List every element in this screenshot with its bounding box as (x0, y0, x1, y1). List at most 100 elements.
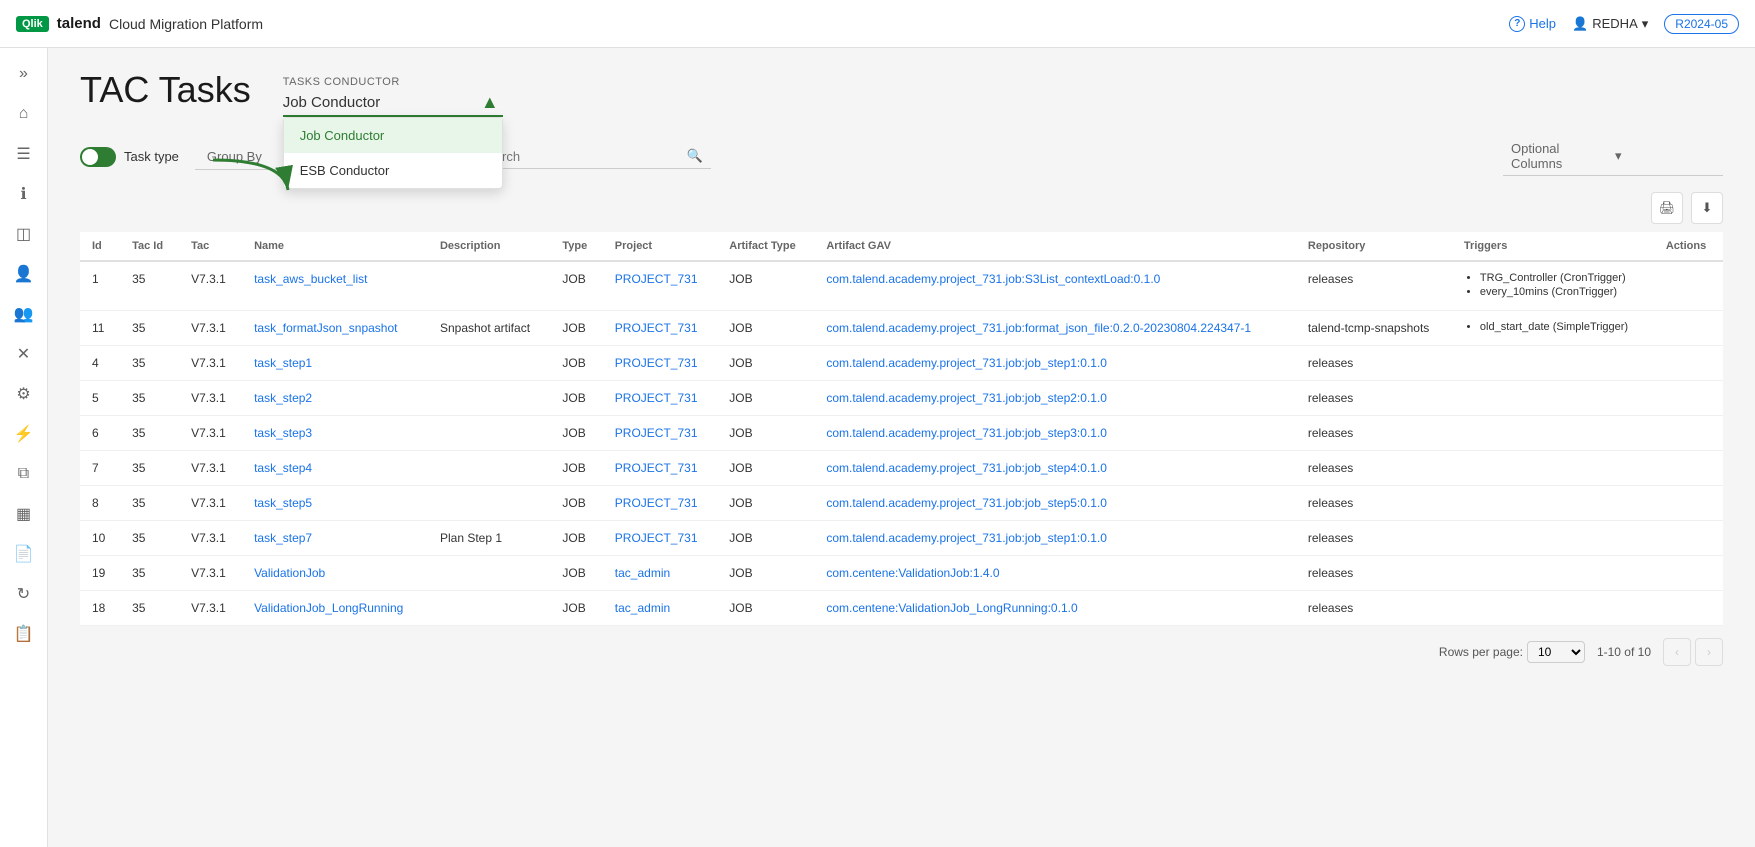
artifact-gav-link[interactable]: com.talend.academy.project_731.job:job_s… (826, 461, 1107, 475)
user-button[interactable]: 👤 REDHA ▾ (1572, 16, 1648, 32)
cell-repository: releases (1296, 521, 1452, 556)
project-link[interactable]: PROJECT_731 (615, 531, 698, 545)
conductor-section: Tasks Conductor Job Conductor ▲ Job Cond… (283, 76, 503, 117)
cell-tac: V7.3.1 (179, 416, 242, 451)
sidebar-bolt-icon[interactable]: ⚡ (6, 416, 42, 452)
cell-name[interactable]: task_step1 (242, 346, 428, 381)
version-badge[interactable]: R2024-05 (1664, 14, 1739, 34)
artifact-gav-link[interactable]: com.talend.academy.project_731.job:job_s… (826, 426, 1107, 440)
table-row: 1 35 V7.3.1 task_aws_bucket_list JOB PRO… (80, 261, 1723, 311)
cell-id: 7 (80, 451, 120, 486)
chevron-down-icon: ▾ (1642, 16, 1649, 32)
artifact-gav-link[interactable]: com.talend.academy.project_731.job:job_s… (826, 356, 1107, 370)
cell-triggers (1452, 416, 1654, 451)
cell-name[interactable]: task_step2 (242, 381, 428, 416)
task-name-link[interactable]: task_aws_bucket_list (254, 272, 367, 286)
artifact-gav-link[interactable]: com.talend.academy.project_731.job:job_s… (826, 531, 1107, 545)
project-link[interactable]: PROJECT_731 (615, 321, 698, 335)
cell-name[interactable]: task_step7 (242, 521, 428, 556)
cell-repository: releases (1296, 346, 1452, 381)
col-header-description: Description (428, 232, 550, 261)
cell-actions (1654, 311, 1723, 346)
task-name-link[interactable]: task_formatJson_snpashot (254, 321, 397, 335)
artifact-gav-link[interactable]: com.talend.academy.project_731.job:forma… (826, 321, 1251, 335)
table-row: 10 35 V7.3.1 task_step7 Plan Step 1 JOB … (80, 521, 1723, 556)
task-name-link[interactable]: task_step1 (254, 356, 312, 370)
project-link[interactable]: PROJECT_731 (615, 461, 698, 475)
rows-per-page-select[interactable]: 10 5 25 50 (1527, 641, 1585, 663)
col-header-actions: Actions (1654, 232, 1723, 261)
conductor-option-job[interactable]: Job Conductor (284, 118, 502, 153)
sidebar-monitor-icon[interactable]: ◫ (6, 216, 42, 252)
sidebar-clipboard-icon[interactable]: 📋 (6, 616, 42, 652)
user-label: REDHA (1592, 16, 1638, 31)
next-page-button[interactable]: › (1695, 638, 1723, 666)
project-link[interactable]: tac_admin (615, 566, 670, 580)
cell-type: JOB (550, 311, 602, 346)
cell-repository: releases (1296, 381, 1452, 416)
task-name-link[interactable]: task_step5 (254, 496, 312, 510)
cell-tac-id: 35 (120, 556, 179, 591)
sidebar-user-icon[interactable]: 👤 (6, 256, 42, 292)
help-button[interactable]: ? Help (1509, 16, 1556, 32)
sidebar-settings-icon[interactable]: ⚙ (6, 376, 42, 412)
task-name-link[interactable]: task_step3 (254, 426, 312, 440)
sidebar-home-icon[interactable]: ⌂ (6, 96, 42, 132)
cell-name[interactable]: task_step3 (242, 416, 428, 451)
cell-type: JOB (550, 556, 602, 591)
search-input[interactable] (479, 149, 683, 164)
cell-name[interactable]: ValidationJob_LongRunning (242, 591, 428, 626)
artifact-gav-link[interactable]: com.centene:ValidationJob:1.4.0 (826, 566, 999, 580)
sidebar-group-icon[interactable]: 👥 (6, 296, 42, 332)
conductor-option-esb[interactable]: ESB Conductor (284, 153, 502, 188)
cell-artifact-type: JOB (717, 261, 814, 311)
sidebar-refresh-icon[interactable]: ↻ (6, 576, 42, 612)
artifact-gav-link[interactable]: com.talend.academy.project_731.job:job_s… (826, 391, 1107, 405)
artifact-gav-link[interactable]: com.talend.academy.project_731.job:job_s… (826, 496, 1107, 510)
cell-name[interactable]: task_step5 (242, 486, 428, 521)
task-name-link[interactable]: task_step4 (254, 461, 312, 475)
cell-repository: releases (1296, 556, 1452, 591)
sidebar-info-icon[interactable]: ℹ (6, 176, 42, 212)
print-button[interactable]: 🖨 (1651, 192, 1683, 224)
task-name-link[interactable]: task_step7 (254, 531, 312, 545)
cell-triggers (1452, 521, 1654, 556)
cell-name[interactable]: task_step4 (242, 451, 428, 486)
cell-name[interactable]: ValidationJob (242, 556, 428, 591)
cell-artifact-type: JOB (717, 486, 814, 521)
sidebar-file-icon[interactable]: 📄 (6, 536, 42, 572)
cell-name[interactable]: task_aws_bucket_list (242, 261, 428, 311)
cell-id: 11 (80, 311, 120, 346)
project-link[interactable]: PROJECT_731 (615, 426, 698, 440)
project-link[interactable]: PROJECT_731 (615, 391, 698, 405)
conductor-dropdown-trigger[interactable]: Job Conductor ▲ (283, 90, 503, 117)
cell-triggers (1452, 346, 1654, 381)
task-type-switch[interactable] (80, 147, 116, 167)
project-link[interactable]: tac_admin (615, 601, 670, 615)
task-name-link[interactable]: ValidationJob (254, 566, 325, 580)
task-name-link[interactable]: ValidationJob_LongRunning (254, 601, 403, 615)
cell-artifact-gav: com.talend.academy.project_731.job:job_s… (814, 486, 1296, 521)
optional-columns-arrow-icon: ▾ (1615, 148, 1715, 164)
prev-page-button[interactable]: ‹ (1663, 638, 1691, 666)
cell-artifact-gav: com.talend.academy.project_731.job:job_s… (814, 521, 1296, 556)
table-row: 4 35 V7.3.1 task_step1 JOB PROJECT_731 J… (80, 346, 1723, 381)
cell-name[interactable]: task_formatJson_snpashot (242, 311, 428, 346)
sidebar-expand-icon[interactable]: » (6, 56, 42, 92)
table-row: 11 35 V7.3.1 task_formatJson_snpashot Sn… (80, 311, 1723, 346)
sidebar-tools-icon[interactable]: ✕ (6, 336, 42, 372)
artifact-gav-link[interactable]: com.talend.academy.project_731.job:S3Lis… (826, 272, 1160, 286)
cell-artifact-gav: com.centene:ValidationJob_LongRunning:0.… (814, 591, 1296, 626)
project-link[interactable]: PROJECT_731 (615, 496, 698, 510)
cell-project: PROJECT_731 (603, 261, 718, 311)
sidebar-layers-icon[interactable]: ⧉ (6, 456, 42, 492)
download-button[interactable]: ⬇ (1691, 192, 1723, 224)
page-header: TAC Tasks Tasks Conductor Job Conductor … (80, 72, 1723, 117)
task-name-link[interactable]: task_step2 (254, 391, 312, 405)
table-row: 7 35 V7.3.1 task_step4 JOB PROJECT_731 J… (80, 451, 1723, 486)
project-link[interactable]: PROJECT_731 (615, 356, 698, 370)
project-link[interactable]: PROJECT_731 (615, 272, 698, 286)
artifact-gav-link[interactable]: com.centene:ValidationJob_LongRunning:0.… (826, 601, 1077, 615)
sidebar-grid-icon[interactable]: ▦ (6, 496, 42, 532)
sidebar-tasks-icon[interactable]: ☰ (6, 136, 42, 172)
